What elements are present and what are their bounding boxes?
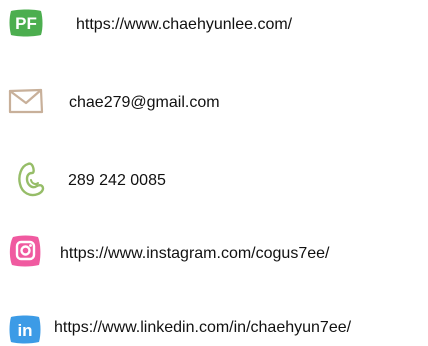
- instagram-link[interactable]: https://www.instagram.com/cogus7ee/: [60, 244, 329, 264]
- phone-icon: [18, 162, 45, 197]
- email-link[interactable]: chae279@gmail.com: [69, 93, 220, 113]
- envelope-icon: [8, 88, 44, 114]
- portfolio-icon: PF: [9, 9, 43, 37]
- contact-row-email: chae279@gmail.com: [0, 84, 428, 120]
- instagram-icon: [9, 235, 41, 267]
- contact-row-instagram: https://www.instagram.com/cogus7ee/: [0, 234, 428, 270]
- contact-row-linkedin: in https://www.linkedin.com/in/chaehyun7…: [0, 306, 428, 344]
- linkedin-icon: in: [9, 315, 41, 344]
- linkedin-link[interactable]: https://www.linkedin.com/in/chaehyun7ee/: [54, 318, 351, 338]
- phone-link[interactable]: 289 242 0085: [68, 171, 166, 191]
- website-link[interactable]: https://www.chaehyunlee.com/: [76, 15, 292, 35]
- portfolio-icon-text: PF: [15, 14, 37, 33]
- linkedin-icon-text: in: [17, 321, 32, 340]
- contact-row-website: PF https://www.chaehyunlee.com/: [0, 8, 428, 44]
- contact-row-phone: 289 242 0085: [0, 162, 428, 198]
